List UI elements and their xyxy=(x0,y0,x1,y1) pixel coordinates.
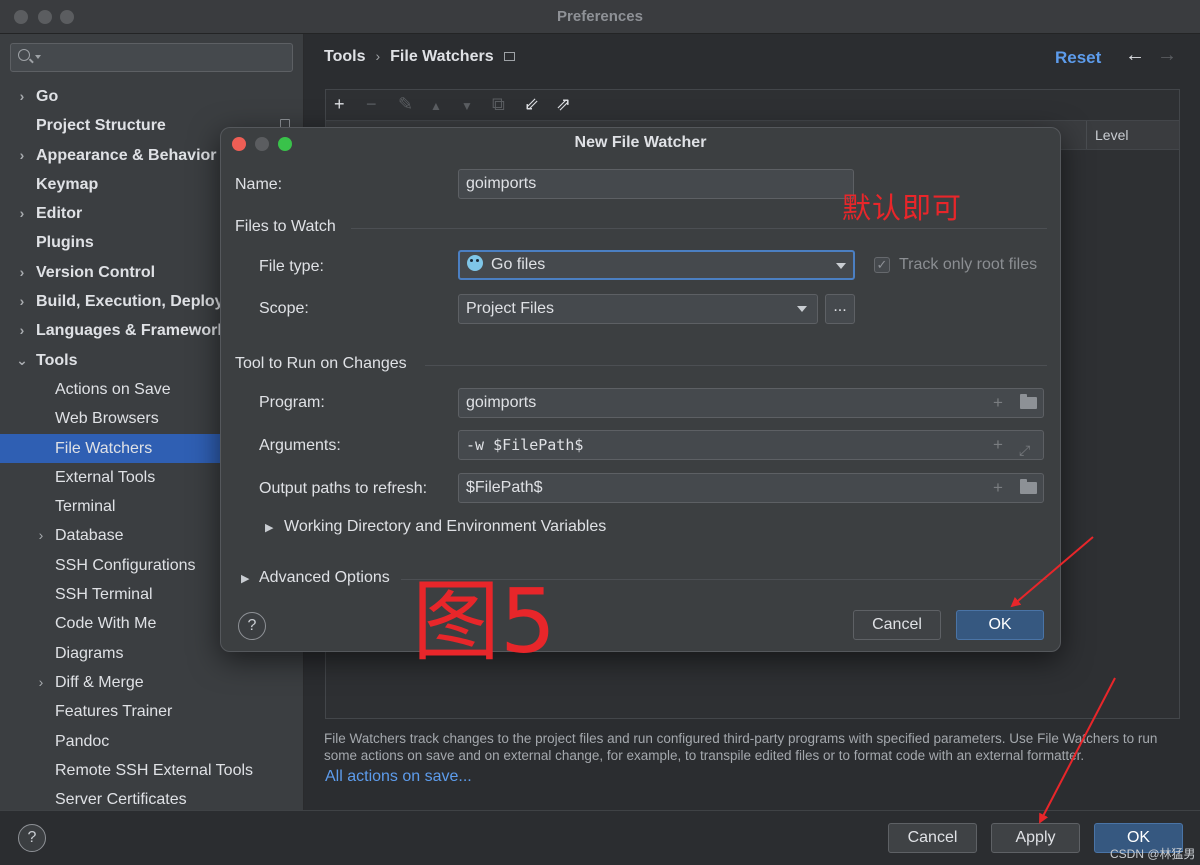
arguments-label: Arguments: xyxy=(259,437,341,454)
breadcrumb-tools[interactable]: Tools xyxy=(324,48,365,66)
dialog-help-button[interactable]: ? xyxy=(238,612,266,640)
insert-macro-icon[interactable]: + xyxy=(993,479,1003,497)
preferences-footer: ? Cancel Apply OK xyxy=(0,810,1200,865)
track-root-label: Track only root files xyxy=(899,256,1038,273)
expand-icon[interactable]: ⤢ xyxy=(1019,437,1030,459)
chevron-right-icon[interactable]: › xyxy=(15,258,29,287)
remove-icon: − xyxy=(366,94,377,114)
sidebar-item-features-trainer[interactable]: Features Trainer xyxy=(0,697,303,726)
window-title: Preferences xyxy=(557,8,643,25)
help-button[interactable]: ? xyxy=(18,824,46,852)
insert-macro-icon[interactable]: + xyxy=(993,394,1003,412)
output-paths-label: Output paths to refresh: xyxy=(259,480,428,497)
chevron-right-icon[interactable]: › xyxy=(15,141,29,170)
annotation-default-text: 默认即可 xyxy=(842,191,963,225)
forward-arrow-icon: → xyxy=(1157,44,1177,66)
advanced-options-expander[interactable]: Advanced Options xyxy=(259,569,390,587)
go-gopher-icon xyxy=(467,255,483,271)
file-watchers-description: File Watchers track changes to the proje… xyxy=(324,731,1158,763)
folder-icon[interactable] xyxy=(1020,479,1037,494)
chevron-down-icon xyxy=(836,263,846,269)
expand-triangle-icon[interactable]: ▶ xyxy=(265,521,273,534)
settings-search-input[interactable] xyxy=(10,43,293,72)
tool-to-run-heading: Tool to Run on Changes xyxy=(235,355,407,372)
file-type-label: File type: xyxy=(259,258,324,275)
section-divider xyxy=(425,365,1047,366)
working-directory-expander[interactable]: Working Directory and Environment Variab… xyxy=(284,518,606,536)
apply-button[interactable]: Apply xyxy=(991,823,1080,853)
scope-label: Scope: xyxy=(259,300,309,317)
add-icon[interactable]: + xyxy=(334,94,345,114)
chevron-right-icon[interactable]: › xyxy=(15,199,29,228)
file-watchers-toolbar: + − ✎ ▲ ▼ ⧉ ⇙ ⇗ xyxy=(326,90,1179,120)
sidebar-item-remote-ssh-external-tools[interactable]: Remote SSH External Tools xyxy=(0,756,303,785)
chevron-right-icon[interactable]: › xyxy=(34,521,48,550)
scope-browse-button[interactable]: ... xyxy=(825,294,855,324)
breadcrumb-separator: › xyxy=(375,48,381,64)
sidebar-item-server-certificates[interactable]: Server Certificates xyxy=(0,785,303,810)
section-divider xyxy=(351,228,1047,229)
chevron-right-icon[interactable]: › xyxy=(15,287,29,316)
insert-macro-icon[interactable]: + xyxy=(993,436,1003,454)
edit-icon: ✎ xyxy=(398,94,414,114)
chevron-right-icon[interactable]: › xyxy=(15,316,29,345)
folder-icon[interactable] xyxy=(1020,394,1037,409)
search-options-chevron-icon[interactable] xyxy=(35,55,41,59)
dialog-ok-button[interactable]: OK xyxy=(956,610,1044,640)
move-up-icon: ▲ xyxy=(430,99,442,113)
move-down-icon: ▼ xyxy=(461,99,473,113)
back-arrow-icon[interactable]: ← xyxy=(1125,44,1145,67)
files-to-watch-heading: Files to Watch xyxy=(235,218,336,235)
dialog-cancel-button[interactable]: Cancel xyxy=(853,610,941,640)
file-type-dropdown[interactable]: Go files xyxy=(458,250,855,280)
chevron-right-icon[interactable]: › xyxy=(15,82,29,111)
project-level-icon xyxy=(503,52,515,62)
copy-icon: ⧉ xyxy=(492,94,505,114)
output-paths-input[interactable]: $FilePath$ + xyxy=(458,473,1044,503)
annotation-figure-label: 图5 xyxy=(412,570,556,673)
dialog-title: New File Watcher xyxy=(574,134,707,151)
expand-triangle-icon[interactable]: ▶ xyxy=(241,572,249,585)
name-input[interactable]: goimports xyxy=(458,169,854,199)
name-label: Name: xyxy=(235,176,283,193)
cancel-button[interactable]: Cancel xyxy=(888,823,977,853)
arguments-input[interactable]: -w $FilePath$ + ⤢ xyxy=(458,430,1044,460)
chevron-right-icon[interactable]: › xyxy=(34,668,48,697)
chevron-down-icon[interactable]: ⌄ xyxy=(15,346,29,375)
sidebar-item-diff-merge[interactable]: › Diff & Merge xyxy=(0,668,303,697)
column-level[interactable]: Level xyxy=(1086,121,1128,149)
search-icon xyxy=(18,49,30,61)
chevron-down-icon xyxy=(797,306,807,312)
sidebar-item-pandoc[interactable]: Pandoc xyxy=(0,727,303,756)
reset-link[interactable]: Reset xyxy=(1055,48,1101,68)
program-input[interactable]: goimports + xyxy=(458,388,1044,418)
all-actions-on-save-link[interactable]: All actions on save... xyxy=(325,768,472,786)
program-label: Program: xyxy=(259,394,325,411)
breadcrumb: Tools › File Watchers xyxy=(324,48,515,66)
track-root-checkbox[interactable]: ✓ xyxy=(874,257,890,273)
csdn-watermark: CSDN @林猛男 xyxy=(1110,847,1196,861)
scope-dropdown[interactable]: Project Files xyxy=(458,294,818,324)
sidebar-item-go[interactable]: › Go xyxy=(0,82,303,111)
import-icon[interactable]: ⇙ xyxy=(524,94,539,114)
export-icon[interactable]: ⇗ xyxy=(556,94,571,114)
breadcrumb-file-watchers: File Watchers xyxy=(390,48,494,65)
window-titlebar: Preferences xyxy=(0,0,1200,34)
